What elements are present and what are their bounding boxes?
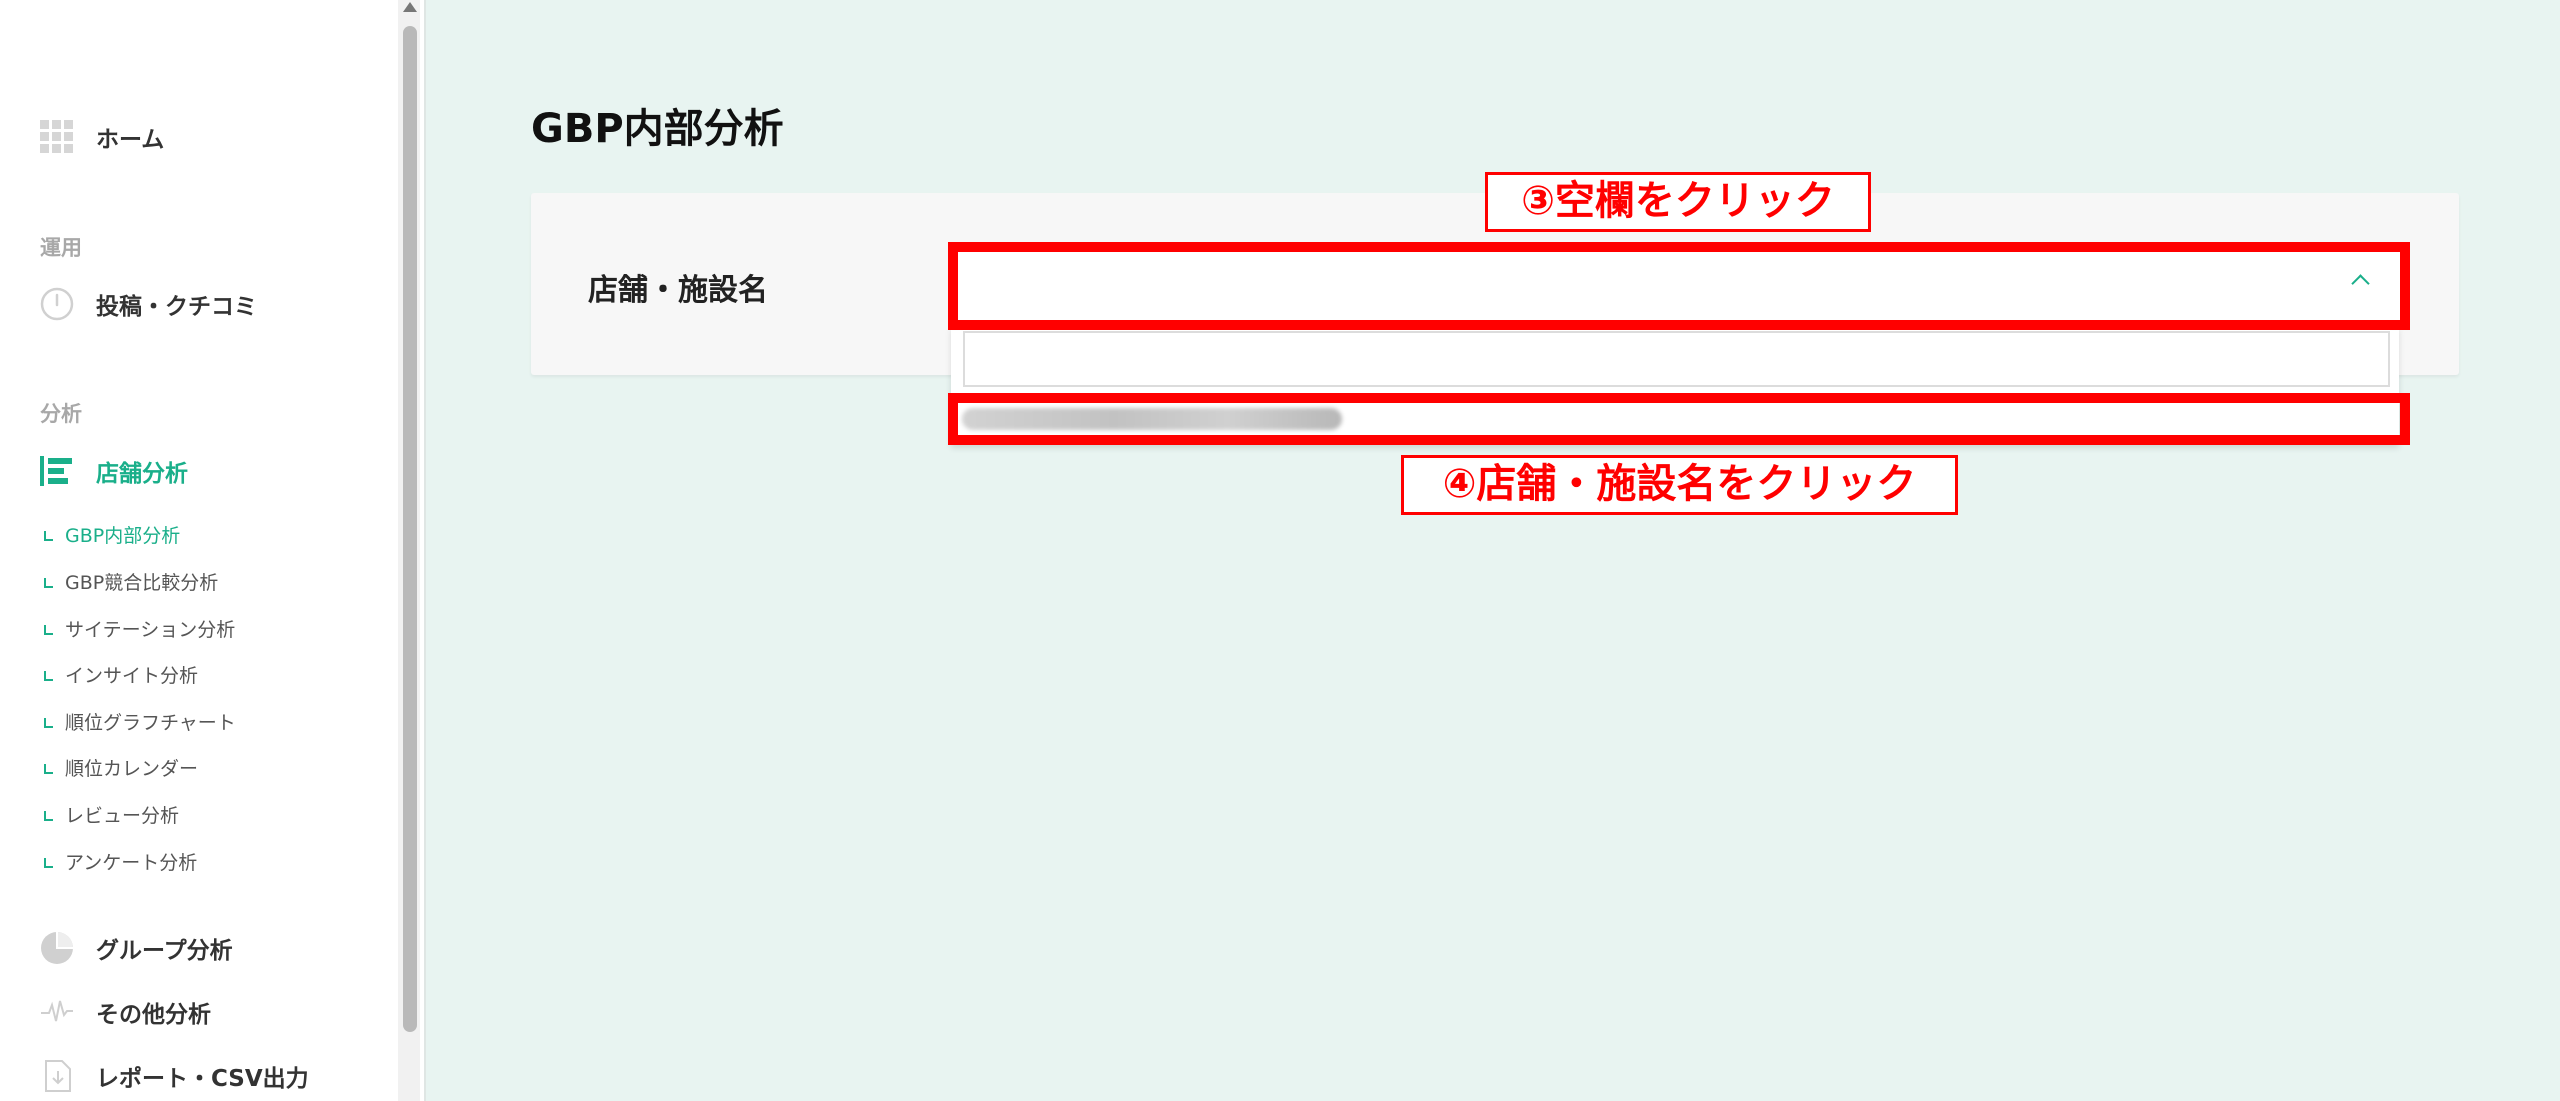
store-name-label: 店舗・施設名 <box>588 273 768 308</box>
indent-mark-icon <box>44 764 53 774</box>
pie-chart-icon <box>40 931 74 965</box>
section-operations: 運用 <box>40 236 82 260</box>
subnav-label: インサイト分析 <box>65 664 199 687</box>
page-title: GBP内部分析 <box>531 106 784 152</box>
nav-group-label: グループ分析 <box>96 938 233 964</box>
subnav-insight[interactable]: インサイト分析 <box>44 659 198 689</box>
nav-home[interactable]: ホーム <box>40 117 164 157</box>
subnav-label: GBP競合比較分析 <box>65 571 219 594</box>
subnav-label: 順位グラフチャート <box>65 711 236 734</box>
subnav-rank-calendar[interactable]: 順位カレンダー <box>44 752 198 782</box>
highlight-select-box <box>948 242 2410 330</box>
clock-icon <box>40 287 74 321</box>
subnav-gbp-competitor[interactable]: GBP競合比較分析 <box>44 566 218 596</box>
subnav-label: GBP内部分析 <box>65 524 181 547</box>
subnav-label: 順位カレンダー <box>65 757 199 780</box>
indent-mark-icon <box>44 531 53 541</box>
nav-group-analysis[interactable]: グループ分析 <box>40 928 233 968</box>
indent-mark-icon <box>44 718 53 728</box>
indent-mark-icon <box>44 858 53 868</box>
indent-mark-icon <box>44 578 53 588</box>
subnav-label: レビュー分析 <box>65 804 180 827</box>
nav-other-label: その他分析 <box>96 1002 211 1028</box>
subnav-label: アンケート分析 <box>65 851 198 874</box>
sidebar: ホーム 運用 投稿・クチコミ 分析 店舗分析 GBP内部分析 GBP競合比較分析… <box>0 0 426 1101</box>
nav-store-analysis-label: 店舗分析 <box>96 461 188 487</box>
nav-report-csv[interactable]: レポート・CSV出力 <box>40 1056 309 1096</box>
subnav-gbp-internal[interactable]: GBP内部分析 <box>44 519 180 549</box>
section-analysis: 分析 <box>40 402 82 426</box>
nav-store-analysis[interactable]: 店舗分析 <box>40 451 188 491</box>
nav-posts-label: 投稿・クチコミ <box>96 294 257 320</box>
bar-chart-icon <box>40 454 74 488</box>
callout-step3: ③空欄をクリック <box>1485 172 1871 232</box>
subnav-label: サイテーション分析 <box>65 618 236 641</box>
dropdown-search-input[interactable] <box>963 331 2390 387</box>
highlight-store-option <box>948 393 2410 445</box>
indent-mark-icon <box>44 625 53 635</box>
indent-mark-icon <box>44 811 53 821</box>
nav-report-label: レポート・CSV出力 <box>96 1066 309 1092</box>
nav-home-label: ホーム <box>96 127 165 153</box>
pulse-icon <box>40 995 74 1029</box>
nav-posts-reviews[interactable]: 投稿・クチコミ <box>40 284 257 324</box>
grid-icon <box>40 120 74 154</box>
callout-step4: ④店舗・施設名をクリック <box>1401 455 1958 515</box>
subnav-review[interactable]: レビュー分析 <box>44 799 179 829</box>
subnav-survey[interactable]: アンケート分析 <box>44 846 197 876</box>
subnav-rank-chart[interactable]: 順位グラフチャート <box>44 706 236 736</box>
download-file-icon <box>40 1059 74 1093</box>
indent-mark-icon <box>44 671 53 681</box>
scroll-up-arrow-icon[interactable] <box>403 2 417 12</box>
subnav-citation[interactable]: サイテーション分析 <box>44 613 235 643</box>
nav-other-analysis[interactable]: その他分析 <box>40 992 211 1032</box>
sidebar-scroll-thumb[interactable] <box>403 26 417 1032</box>
